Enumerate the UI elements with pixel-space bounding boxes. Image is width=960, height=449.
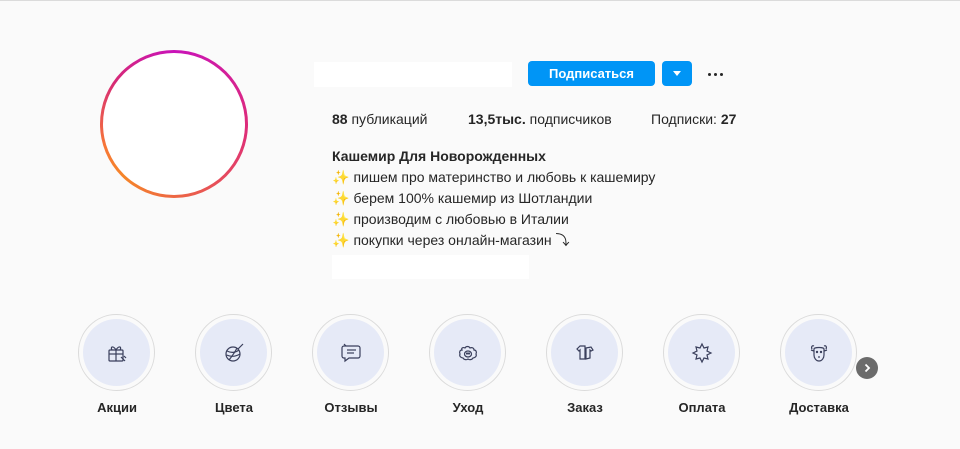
speech-bubble-icon <box>340 343 361 362</box>
dot <box>713 73 717 76</box>
highlight-label: Отзывы <box>324 400 378 415</box>
highlight-cover <box>83 319 150 386</box>
highlight-otzyvy[interactable]: Отзывы <box>311 314 391 424</box>
highlight-zakaz[interactable]: Заказ <box>545 314 625 424</box>
highlight-ring <box>780 314 857 391</box>
yarn-ball-icon <box>224 343 243 362</box>
sparkle-icon: ✨ <box>332 232 350 248</box>
highlight-ring <box>663 314 740 391</box>
profile-full-name: Кашемир Для Новорожденных <box>332 148 546 164</box>
bio-line: ✨ производим с любовью в Италии <box>332 209 732 230</box>
highlight-ring <box>78 314 155 391</box>
posts-label: публикаций <box>351 111 428 127</box>
highlight-cover <box>317 319 384 386</box>
profile-avatar[interactable] <box>100 50 248 198</box>
bio-line: ✨ покупки через онлайн-магазин ⤵ <box>332 230 732 251</box>
following-stat[interactable]: Подписки: 27 <box>651 110 736 128</box>
sparkle-icon: ✨ <box>332 211 350 227</box>
bio-line: ✨ пишем про материнство и любовь к кашеми… <box>332 167 732 188</box>
chevron-right-icon <box>864 363 871 373</box>
avatar-image <box>103 53 245 195</box>
profile-link[interactable] <box>332 255 529 279</box>
followers-label: подписчиков <box>529 111 612 127</box>
highlight-cover <box>785 319 852 386</box>
bio-line-text: покупки через онлайн-магазин ⤵ <box>353 232 570 248</box>
highlight-label: Цвета <box>215 400 253 415</box>
bio-line-text: берем 100% кашемир из Шотландии <box>353 190 593 206</box>
clothes-icon <box>575 344 594 360</box>
highlight-cover <box>551 319 618 386</box>
more-horizontal-icon <box>707 73 711 76</box>
sparkle-icon: ✨ <box>332 190 350 206</box>
highlight-oplata[interactable]: Оплата <box>662 314 742 424</box>
username <box>314 62 512 87</box>
highlight-ring <box>312 314 389 391</box>
profile-bio: Кашемир Для Новорожденных ✨ пишем про мат… <box>332 146 732 251</box>
following-label: Подписки: <box>651 111 717 127</box>
highlights-next-button[interactable] <box>856 357 878 379</box>
top-divider <box>0 0 960 1</box>
bio-line: ✨ берем 100% кашемир из Шотландии <box>332 188 732 209</box>
highlight-label: Акции <box>97 400 137 415</box>
highlight-uhod[interactable]: Уход <box>428 314 508 424</box>
more-options-button[interactable] <box>700 62 730 87</box>
highlight-cover <box>434 319 501 386</box>
highlight-dostavka[interactable]: Доставка <box>779 314 859 424</box>
follow-button[interactable]: Подписаться <box>528 61 655 86</box>
highlight-label: Заказ <box>567 400 603 415</box>
followers-stat[interactable]: 13,5тыс. подписчиков <box>468 110 612 128</box>
star-badge-icon <box>691 342 712 363</box>
bio-line-text: пишем про материнство и любовь к кашемир… <box>353 169 656 185</box>
gift-icon <box>107 345 126 362</box>
highlight-cover <box>668 319 735 386</box>
highlight-ring <box>429 314 506 391</box>
caret-down-icon <box>673 71 681 76</box>
highlight-cover <box>200 319 267 386</box>
suggested-accounts-button[interactable] <box>662 61 692 86</box>
followers-count: 13,5тыс. <box>468 111 526 127</box>
posts-count-stat: 88 публикаций <box>332 110 427 128</box>
highlight-cveta[interactable]: Цвета <box>194 314 274 424</box>
bio-line-text: производим с любовью в Италии <box>353 211 569 227</box>
highlight-ring <box>195 314 272 391</box>
highlight-label: Доставка <box>789 400 849 415</box>
highlight-label: Оплата <box>678 400 726 415</box>
sparkle-icon: ✨ <box>332 169 350 185</box>
sheep-icon <box>458 345 477 360</box>
following-count: 27 <box>720 111 737 127</box>
goat-icon <box>810 344 827 362</box>
dot <box>719 73 723 76</box>
highlight-label: Уход <box>452 400 484 415</box>
posts-count: 88 <box>332 111 348 127</box>
highlight-akcii[interactable]: Акции <box>77 314 157 424</box>
highlight-ring <box>546 314 623 391</box>
